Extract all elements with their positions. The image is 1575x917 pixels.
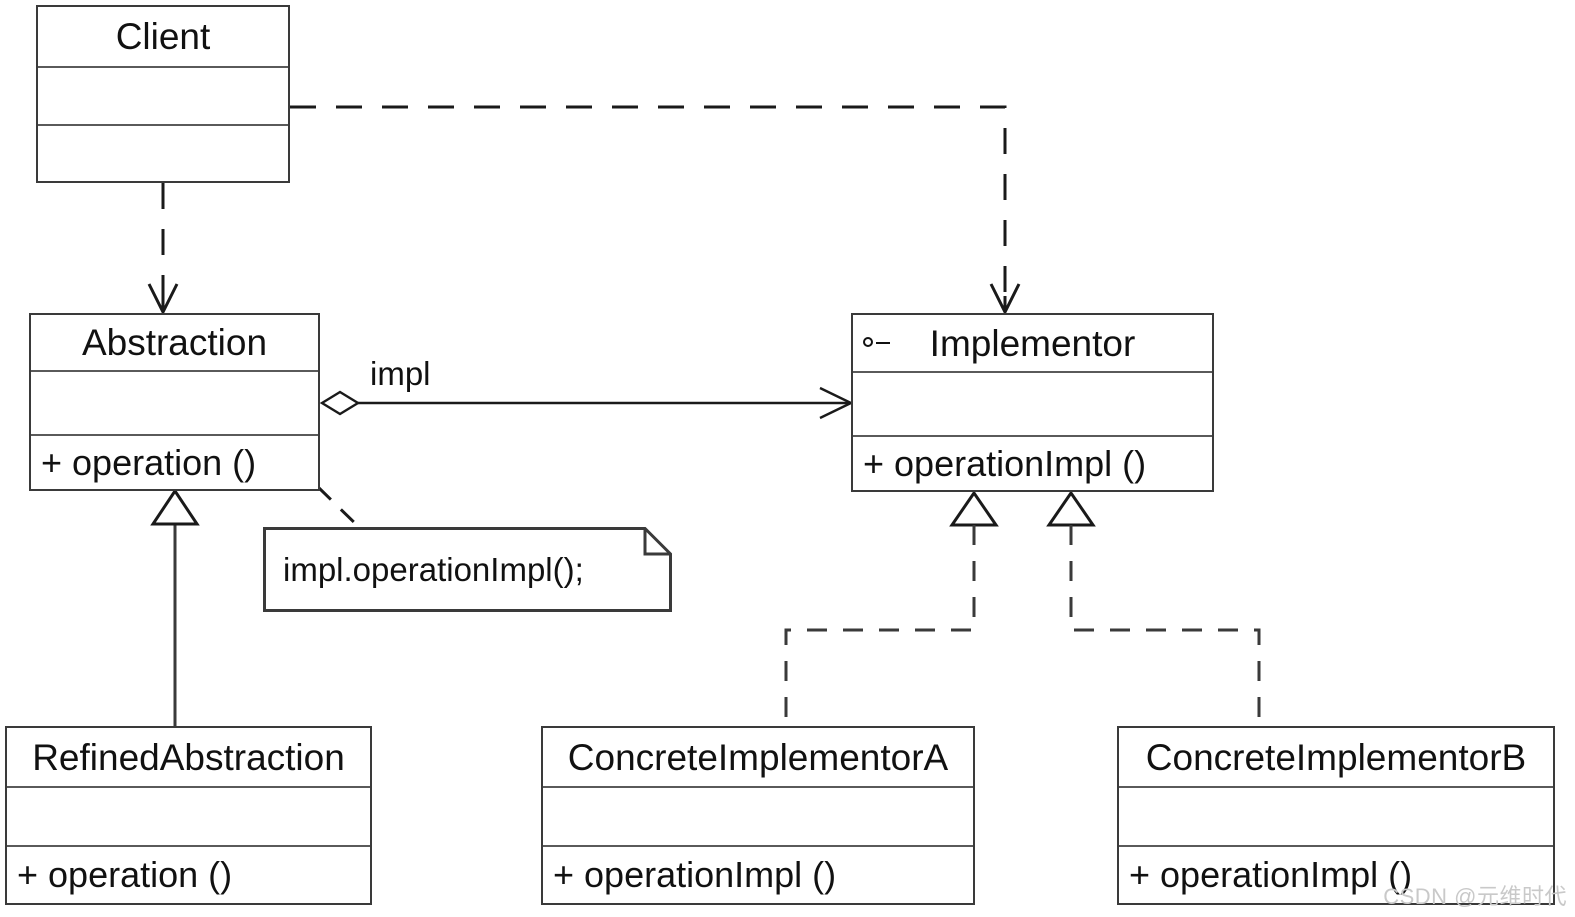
edge-refined-to-abstraction <box>150 488 200 727</box>
class-methods-label: + operation () <box>17 854 233 895</box>
class-methods-label: + operationImpl () <box>553 854 837 895</box>
class-methods-compartment: + operationImpl () <box>853 437 1212 490</box>
class-name-label: Abstraction <box>81 322 268 363</box>
class-name-compartment: ConcreteImplementorB <box>1119 728 1553 788</box>
edge-client-to-abstraction <box>147 183 179 316</box>
class-name-label: RefinedAbstraction <box>32 736 345 778</box>
class-name-label: Implementor <box>929 322 1136 364</box>
class-methods-compartment: + operation () <box>7 847 370 903</box>
edge-client-to-implementor <box>290 105 1021 316</box>
note-box[interactable]: impl.operationImpl(); <box>263 527 672 612</box>
class-box-refined-abstraction[interactable]: RefinedAbstraction + operation () <box>5 726 372 905</box>
class-attributes-compartment <box>543 788 973 847</box>
edge-concrete-b-to-implementor <box>1046 490 1261 727</box>
class-name-compartment: RefinedAbstraction <box>7 728 370 788</box>
class-name-compartment: Client <box>38 7 288 68</box>
class-methods-compartment: + operationImpl () <box>543 847 973 903</box>
class-attributes-compartment <box>853 373 1212 437</box>
class-attributes-compartment <box>7 788 370 847</box>
class-methods-label: + operation () <box>41 441 257 483</box>
edge-abstraction-to-implementor <box>319 386 854 420</box>
class-name-compartment: Implementor <box>853 315 1212 373</box>
class-name-compartment: Abstraction <box>31 315 318 372</box>
class-name-label: ConcreteImplementorA <box>567 736 949 778</box>
class-methods-label: + operationImpl () <box>1129 854 1413 895</box>
class-methods-compartment <box>38 126 288 181</box>
class-name-compartment: ConcreteImplementorA <box>543 728 973 788</box>
note-label: impl.operationImpl(); <box>283 551 584 588</box>
class-name-label: ConcreteImplementorB <box>1145 736 1527 778</box>
class-methods-compartment: + operation () <box>31 436 318 489</box>
class-box-abstraction[interactable]: Abstraction + operation () <box>29 313 320 491</box>
class-box-implementor[interactable]: Implementor + operationImpl () <box>851 313 1214 492</box>
interface-lollipop-icon <box>863 336 893 350</box>
association-role-label-impl: impl <box>370 355 431 392</box>
uml-diagram-canvas: Client Abstraction + operation () Implem… <box>0 0 1575 917</box>
class-attributes-compartment <box>38 68 288 126</box>
class-methods-label: + operationImpl () <box>863 442 1147 484</box>
class-name-label: Client <box>115 16 211 57</box>
edge-concrete-a-to-implementor <box>784 490 999 727</box>
class-attributes-compartment <box>31 372 318 436</box>
class-attributes-compartment <box>1119 788 1553 847</box>
watermark-label: CSDN @元维时代 <box>1383 884 1567 909</box>
class-box-concrete-implementor-a[interactable]: ConcreteImplementorA + operationImpl () <box>541 726 975 905</box>
class-box-client[interactable]: Client <box>36 5 290 183</box>
